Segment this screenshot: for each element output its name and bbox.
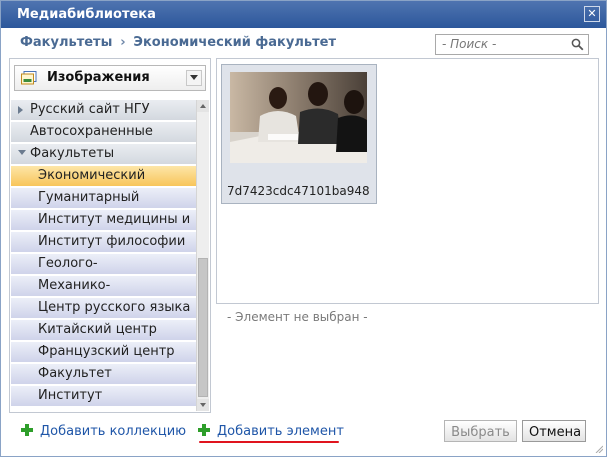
tree-item-institute[interactable]: Институт — [11, 386, 196, 406]
breadcrumb-item-economics[interactable]: Экономический факультет — [133, 35, 336, 50]
breadcrumb-item-faculties[interactable]: Факультеты — [20, 35, 112, 50]
search-icon[interactable] — [571, 38, 584, 51]
tree-item-label: Факультеты — [30, 146, 115, 161]
tree-item-french-center[interactable]: Французский центр — [11, 342, 196, 362]
add-collection-link[interactable]: Добавить коллекцию — [40, 424, 186, 439]
dialog-title: Медиабиблиотека — [17, 7, 156, 22]
tree-item-economics[interactable]: Экономический — [11, 166, 196, 186]
tree-item-label: Институт философии — [38, 234, 186, 249]
tree-item-label: Механико- — [38, 278, 111, 293]
tree-scrollbar[interactable] — [196, 100, 209, 411]
media-item-caption: 7d7423cdc47101ba948 — [227, 184, 370, 198]
collection-tree: Русский сайт НГУ Автосохраненные Факульт… — [11, 100, 196, 410]
tree-item-philosophy[interactable]: Институт философии — [11, 232, 196, 252]
tree-item-medicine[interactable]: Институт медицины и — [11, 210, 196, 230]
plus-icon[interactable] — [20, 423, 34, 437]
cancel-button[interactable]: Отмена — [522, 420, 586, 442]
tree-item-label: Гуманитарный — [38, 190, 140, 205]
tree-item-label: Русский сайт НГУ — [30, 102, 150, 117]
plus-icon[interactable] — [197, 423, 211, 437]
tree-item-autosaved[interactable]: Автосохраненные — [11, 122, 196, 142]
search-box — [435, 34, 589, 55]
dialog-titlebar[interactable]: Медиабиблиотека ✕ — [1, 1, 606, 28]
tree-item-russian-site[interactable]: Русский сайт НГУ — [11, 100, 196, 120]
breadcrumb: Факультеты › Экономический факультет — [20, 35, 336, 50]
select-button[interactable]: Выбрать — [444, 420, 517, 442]
media-library-dialog: Медиабиблиотека ✕ Факультеты › Экономиче… — [0, 0, 607, 457]
library-dropdown[interactable]: Изображения — [14, 65, 206, 91]
scroll-down-icon[interactable] — [197, 399, 209, 411]
add-element-link[interactable]: Добавить элемент — [217, 424, 344, 439]
chevron-right-icon[interactable] — [18, 106, 23, 114]
breadcrumb-separator: › — [120, 35, 126, 50]
tree-item-label: Факультет — [38, 366, 112, 381]
tree-item-label: Автосохраненные — [30, 124, 153, 139]
resize-grip-icon[interactable] — [595, 445, 603, 453]
tree-item-label: Китайский центр — [38, 322, 157, 337]
selection-status: - Элемент не выбран - — [227, 310, 368, 324]
chevron-down-icon[interactable] — [186, 70, 202, 86]
annotation-underline — [199, 441, 339, 443]
tree-item-label: Французский центр — [38, 344, 175, 359]
tree-item-label: Центр русского языка — [38, 300, 191, 315]
tree-item-label: Институт медицины и — [38, 212, 191, 227]
scroll-up-icon[interactable] — [197, 100, 209, 112]
scrollbar-thumb[interactable] — [198, 258, 208, 397]
media-grid: 7d7423cdc47101ba948 — [216, 58, 599, 304]
tree-item-label: Геолого- — [38, 256, 98, 271]
collections-panel: Изображения Русский сайт НГУ Автосохране… — [9, 58, 211, 413]
close-icon[interactable]: ✕ — [584, 6, 600, 22]
chevron-down-icon[interactable] — [18, 150, 26, 155]
tree-item-label: Экономический — [38, 168, 146, 183]
tree-item-faculty[interactable]: Факультет — [11, 364, 196, 384]
media-thumbnail[interactable] — [230, 72, 367, 163]
tree-item-humanities[interactable]: Гуманитарный — [11, 188, 196, 208]
tree-item-label: Институт — [38, 388, 103, 403]
tree-item-chinese-center[interactable]: Китайский центр — [11, 320, 196, 340]
tree-item-mechanics[interactable]: Механико- — [11, 276, 196, 296]
tree-item-russian-language-center[interactable]: Центр русского языка — [11, 298, 196, 318]
library-dropdown-value: Изображения — [47, 70, 150, 85]
images-library-icon — [21, 71, 37, 85]
media-item[interactable]: 7d7423cdc47101ba948 — [221, 64, 377, 204]
tree-item-faculties[interactable]: Факультеты — [11, 144, 196, 164]
tree-item-geology[interactable]: Геолого- — [11, 254, 196, 274]
search-input[interactable] — [436, 35, 566, 53]
